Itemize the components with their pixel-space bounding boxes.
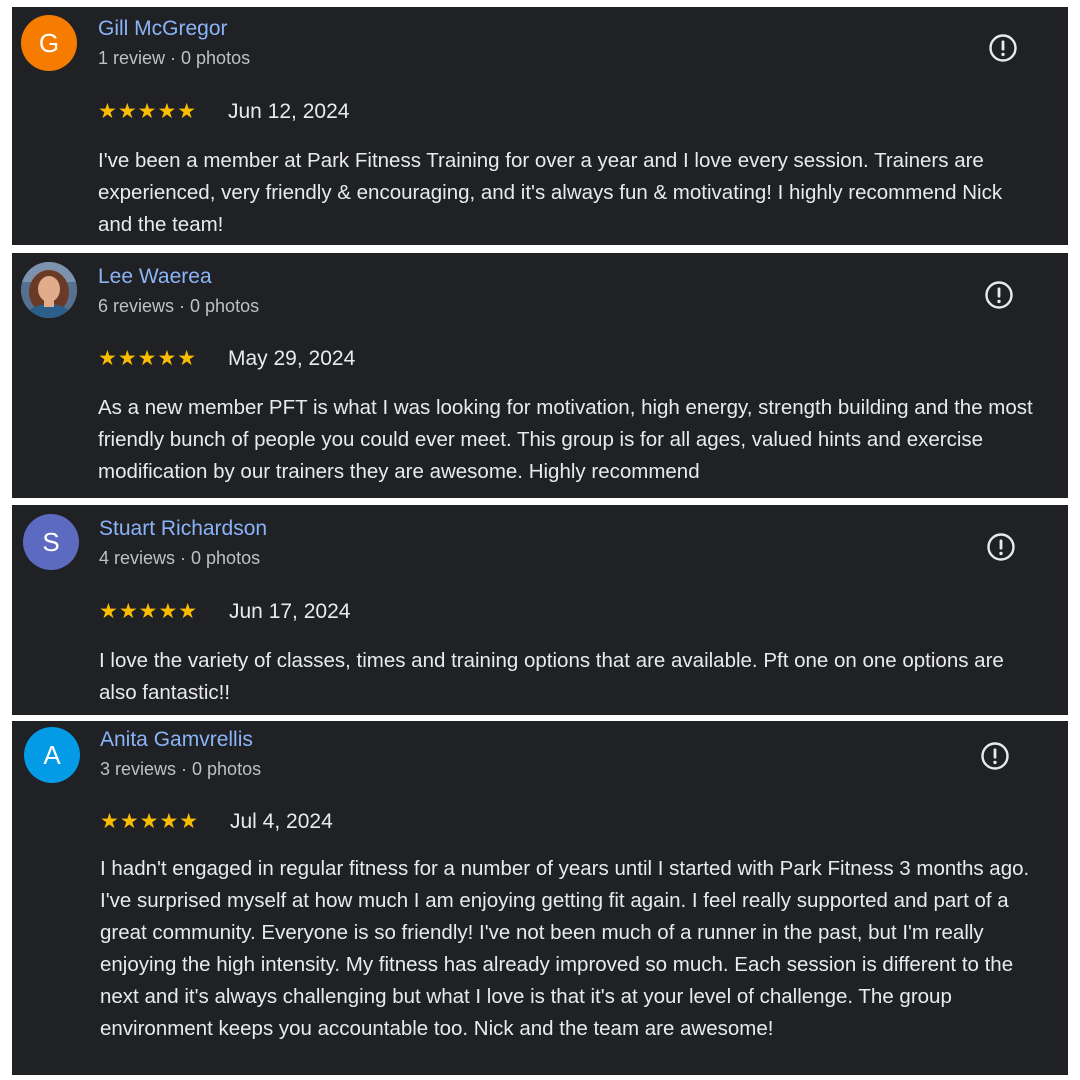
reviewer-name[interactable]: Gill McGregor [98,17,228,41]
review-date: May 29, 2024 [228,347,356,370]
review-card: Lee Waerea 6 reviews · 0 photos ★★★★★ Ma… [12,253,1068,498]
review-text: As a new member PFT is what I was lookin… [98,396,1033,483]
report-icon[interactable] [980,741,1010,771]
reviewer-name[interactable]: Lee Waerea [98,265,212,289]
avatar[interactable]: G [21,15,77,71]
star-rating: ★★★★★ [98,347,198,370]
review-text: I've been a member at Park Fitness Train… [98,149,1003,236]
avatar[interactable] [21,262,77,318]
star-rating: ★★★★★ [99,600,199,623]
review-card: G Gill McGregor 1 review · 0 photos ★★★★… [12,7,1068,245]
reviewer-name[interactable]: Stuart Richardson [99,517,267,541]
report-icon[interactable] [986,532,1016,562]
avatar[interactable]: S [23,514,79,570]
review-date: Jun 12, 2024 [228,100,350,123]
avatar[interactable]: A [24,727,80,783]
reviewer-meta: 6 reviews · 0 photos [98,296,260,316]
reviewer-name[interactable]: Anita Gamvrellis [100,728,253,752]
reviewer-meta: 3 reviews · 0 photos [100,759,262,779]
review-card: S Stuart Richardson 4 reviews · 0 photos… [12,505,1068,715]
report-icon[interactable] [988,33,1018,63]
review-text: I hadn't engaged in regular fitness for … [100,857,1030,1040]
review-text: I love the variety of classes, times and… [99,649,1004,704]
reviewer-meta: 1 review · 0 photos [98,48,251,68]
star-rating: ★★★★★ [100,810,200,833]
reviewer-meta: 4 reviews · 0 photos [99,548,261,568]
report-icon[interactable] [984,280,1014,310]
review-date: Jul 4, 2024 [230,810,333,833]
review-date: Jun 17, 2024 [229,600,351,623]
star-rating: ★★★★★ [98,100,198,123]
profile-photo-icon [21,262,77,318]
review-card: A Anita Gamvrellis 3 reviews · 0 photos … [12,721,1068,1075]
